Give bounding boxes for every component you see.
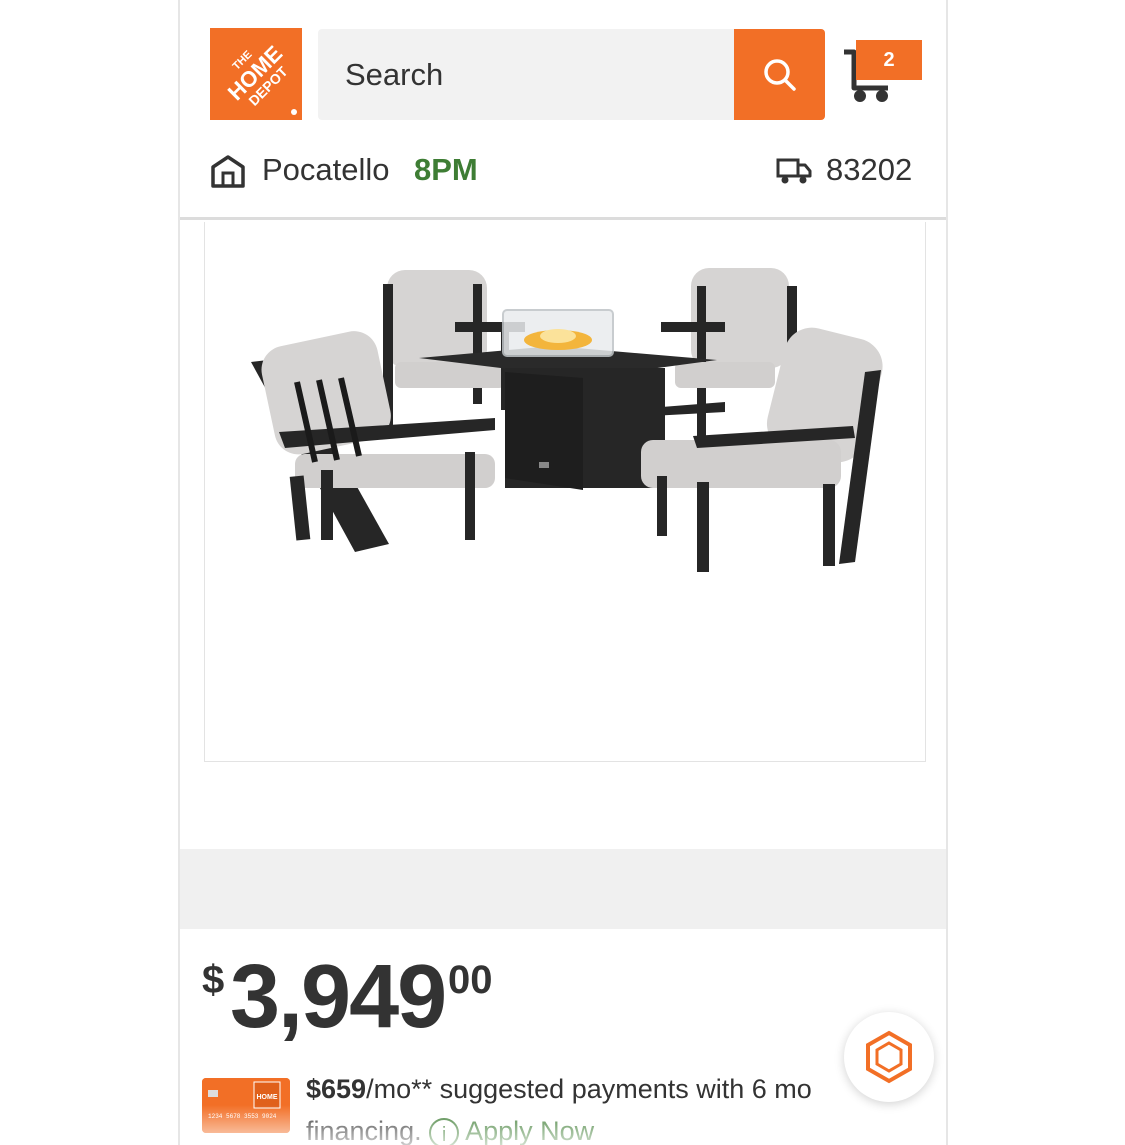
apply-now-link[interactable]: Apply Now xyxy=(465,1116,594,1145)
svg-text:HOME: HOME xyxy=(257,1094,278,1101)
image-carousel-band xyxy=(180,849,946,929)
truck-icon xyxy=(776,158,812,184)
store-icon xyxy=(211,155,245,188)
product-image xyxy=(251,268,883,572)
price-cents: 00 xyxy=(448,958,493,1002)
financing-text: /mo** suggested payments with 6 mo xyxy=(366,1074,812,1104)
store-row[interactable]: Pocatello 8PM 83202 xyxy=(210,148,920,196)
price-whole: 3,949 xyxy=(230,947,447,1047)
chat-icon xyxy=(866,1030,912,1084)
search-button[interactable] xyxy=(734,29,825,120)
chat-button[interactable] xyxy=(844,1012,934,1102)
card-number: 1234 5678 3553 9024 xyxy=(208,1113,277,1120)
store-hours: 8PM xyxy=(414,152,478,187)
home-depot-logo[interactable]: THE HOME DEPOT xyxy=(210,28,302,120)
info-icon[interactable]: i xyxy=(429,1117,460,1145)
cart-count-badge[interactable]: 2 xyxy=(856,40,922,80)
financing-amount: $659 xyxy=(306,1074,367,1104)
search-icon xyxy=(763,58,796,91)
mobile-page: THE HOME DEPOT Search 2 Pocatello 8PM 83… xyxy=(178,0,948,1145)
price-currency: $ xyxy=(202,958,225,1002)
header-divider xyxy=(180,217,946,220)
financing-text-2: financing. xyxy=(306,1116,422,1145)
delivery-zip[interactable]: 83202 xyxy=(826,152,912,188)
search-placeholder: Search xyxy=(345,56,444,92)
product-image-frame[interactable] xyxy=(204,222,926,762)
store-name[interactable]: Pocatello xyxy=(262,152,390,188)
credit-card-image: HOME 1234 5678 3553 9024 xyxy=(202,1078,290,1133)
search-input[interactable]: Search xyxy=(318,29,734,120)
